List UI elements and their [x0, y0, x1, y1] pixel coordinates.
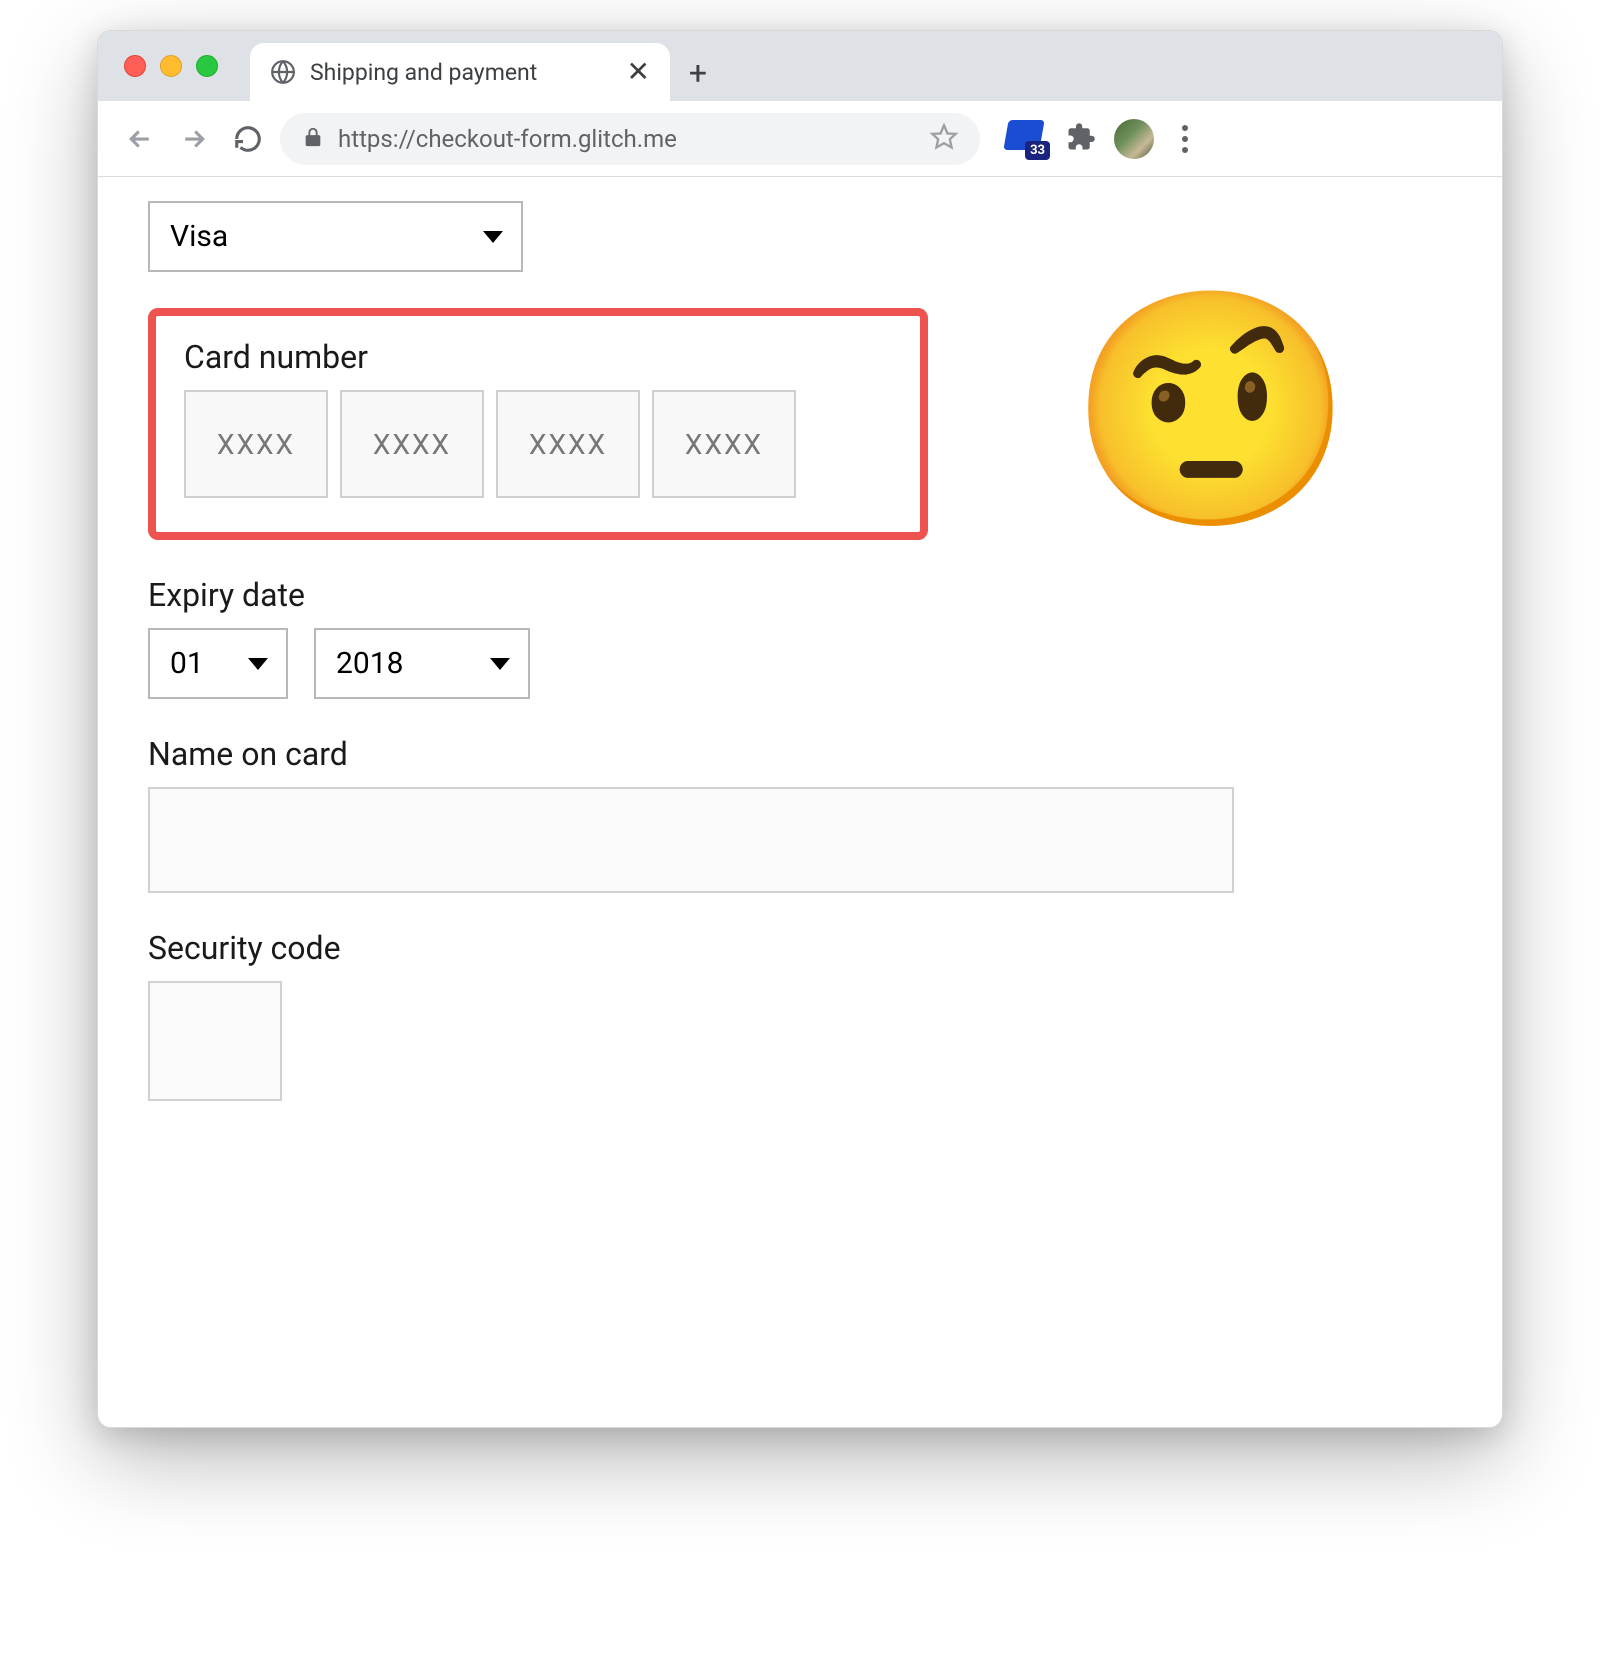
- card-number-label: Card number: [184, 338, 892, 376]
- forward-button[interactable]: [172, 117, 216, 161]
- name-on-card-label: Name on card: [148, 735, 1452, 773]
- expiry-label: Expiry date: [148, 576, 1452, 614]
- name-on-card-input[interactable]: [148, 787, 1234, 893]
- reload-button[interactable]: [226, 117, 270, 161]
- close-window-button[interactable]: [124, 55, 146, 77]
- security-code-input[interactable]: [148, 981, 282, 1101]
- card-segment-2[interactable]: [340, 390, 484, 498]
- card-type-select[interactable]: Visa: [148, 201, 523, 272]
- browser-window: Shipping and payment ✕ + https://checkou…: [97, 30, 1503, 1428]
- highlight-annotation: Card number: [148, 308, 928, 540]
- browser-menu-button[interactable]: [1172, 125, 1198, 153]
- traffic-lights: [124, 55, 218, 77]
- extension-count: 33: [1025, 141, 1050, 160]
- expiry-year-select[interactable]: 2018: [314, 628, 530, 699]
- maximize-window-button[interactable]: [196, 55, 218, 77]
- minimize-window-button[interactable]: [160, 55, 182, 77]
- card-segment-1[interactable]: [184, 390, 328, 498]
- new-tab-button[interactable]: +: [670, 45, 726, 101]
- name-on-card-field: Name on card: [148, 735, 1452, 893]
- profile-avatar[interactable]: [1114, 119, 1154, 159]
- card-number-inputs: [184, 390, 892, 498]
- security-code-label: Security code: [148, 929, 1452, 967]
- extension-badge[interactable]: 33: [1004, 120, 1048, 158]
- url-text: https://checkout-form.glitch.me: [338, 125, 916, 153]
- card-segment-3[interactable]: [496, 390, 640, 498]
- title-bar: Shipping and payment ✕ +: [98, 31, 1502, 101]
- raised-eyebrow-emoji: 🤨: [1068, 297, 1354, 527]
- expiry-month-select[interactable]: 01: [148, 628, 288, 699]
- tab-title: Shipping and payment: [310, 59, 613, 86]
- browser-tab[interactable]: Shipping and payment ✕: [250, 43, 670, 101]
- lock-icon: [302, 126, 324, 152]
- expiry-field: Expiry date 01 2018: [148, 576, 1452, 699]
- star-icon[interactable]: [930, 123, 958, 155]
- page-content: Visa Card number 🤨 Expiry date 01: [98, 177, 1502, 1427]
- toolbar-actions: 33: [1004, 119, 1198, 159]
- card-segment-4[interactable]: [652, 390, 796, 498]
- back-button[interactable]: [118, 117, 162, 161]
- address-bar[interactable]: https://checkout-form.glitch.me: [280, 113, 980, 165]
- globe-icon: [270, 59, 296, 85]
- close-tab-button[interactable]: ✕: [627, 58, 650, 86]
- browser-toolbar: https://checkout-form.glitch.me 33: [98, 101, 1502, 177]
- extensions-button[interactable]: [1066, 122, 1096, 156]
- card-type-field: Visa: [148, 201, 1452, 272]
- security-code-field: Security code: [148, 929, 1452, 1101]
